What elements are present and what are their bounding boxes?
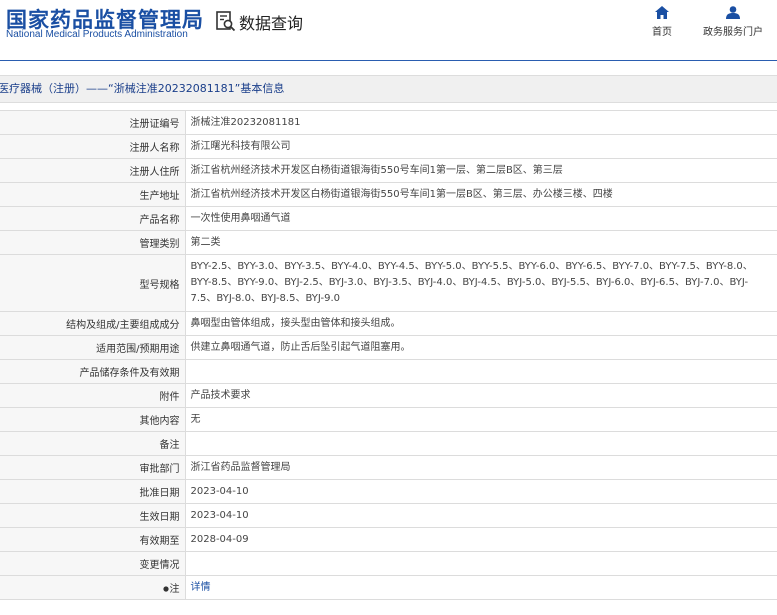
row-value: 第二类: [184, 230, 777, 255]
row-label: 注册人住所: [0, 158, 186, 183]
row-value: 鼻咽型由管体组成，接头型由管体和接头组成。: [184, 311, 777, 336]
row-value: 供建立鼻咽通气道，防止舌后坠引起气道阻塞用。: [184, 335, 777, 360]
table-row: 有效期至 2028-04-09: [0, 527, 777, 552]
row-label: 生产地址: [0, 182, 186, 207]
table-row: 生效日期 2023-04-10: [0, 503, 777, 528]
registration-info-table: 注册证编号 浙械注准20232081181 注册人名称 浙江曙光科技有限公司 注…: [0, 110, 777, 600]
row-value: 浙江曙光科技有限公司: [184, 134, 777, 159]
site-header: 国家药品监督管理局 National Medical Products Admi…: [0, 0, 777, 60]
note-label: 注: [169, 584, 180, 595]
data-query-icon: [216, 11, 236, 32]
row-value: 2028-04-09: [184, 527, 777, 552]
logo-title-en[interactable]: National Medical Products Administration: [6, 29, 188, 40]
row-value: [184, 431, 777, 456]
row-label: 注册证编号: [0, 110, 186, 135]
row-value: [184, 359, 777, 384]
row-label: 管理类别: [0, 230, 186, 255]
table-row: 生产地址 浙江省杭州经济技术开发区白杨街道银海街550号车间1第一层B区、第三层…: [0, 182, 777, 207]
row-label: 产品名称: [0, 206, 186, 231]
nav-service-portal-label: 政务服务门户: [703, 27, 763, 38]
row-value: 浙江省杭州经济技术开发区白杨街道银海街550号车间1第一层、第二层B区、第三层: [184, 158, 777, 183]
details-link[interactable]: 详情: [191, 582, 211, 593]
nav-home-label: 首页: [652, 27, 672, 38]
row-value: 一次性使用鼻咽通气道: [184, 206, 777, 231]
table-row: 型号规格 BYY-2.5、BYY-3.0、BYY-3.5、BYY-4.0、BYY…: [0, 254, 777, 312]
table-row: 注册人住所 浙江省杭州经济技术开发区白杨街道银海街550号车间1第一层、第二层B…: [0, 158, 777, 183]
breadcrumb-text: 医疗器械（注册）——“浙械注准20232081181”基本信息: [0, 82, 285, 95]
header-divider: [0, 60, 777, 61]
user-icon: [726, 6, 740, 19]
data-query-title: 数据查询: [239, 14, 304, 33]
row-label: 有效期至: [0, 527, 186, 552]
row-label: 审批部门: [0, 455, 186, 480]
row-label: 适用范围/预期用途: [0, 335, 186, 360]
table-row: 其他内容 无: [0, 407, 777, 432]
row-value: [184, 551, 777, 576]
row-value: 浙江省药品监督管理局: [184, 455, 777, 480]
table-row: 批准日期 2023-04-10: [0, 479, 777, 504]
row-value: 2023-04-10: [184, 479, 777, 504]
table-row: 备注: [0, 431, 777, 456]
table-row: 产品储存条件及有效期: [0, 359, 777, 384]
table-row: 注册人名称 浙江曙光科技有限公司: [0, 134, 777, 159]
row-value: BYY-2.5、BYY-3.0、BYY-3.5、BYY-4.0、BYY-4.5、…: [184, 254, 777, 312]
row-value: 浙械注准20232081181: [184, 110, 777, 135]
home-icon: [655, 6, 669, 19]
nav-service-portal[interactable]: 政务服务门户: [697, 6, 769, 38]
row-label: 结构及组成/主要组成成分: [0, 311, 186, 336]
row-label: 生效日期: [0, 503, 186, 528]
row-value: 无: [184, 407, 777, 432]
table-row: 管理类别 第二类: [0, 230, 777, 255]
row-label: 注册人名称: [0, 134, 186, 159]
table-row: 附件 产品技术要求: [0, 383, 777, 408]
row-label: 备注: [0, 431, 186, 456]
row-label: 变更情况: [0, 551, 186, 576]
table-row: 结构及组成/主要组成成分 鼻咽型由管体组成，接头型由管体和接头组成。: [0, 311, 777, 336]
row-label: 产品储存条件及有效期: [0, 359, 186, 384]
table-row: 审批部门 浙江省药品监督管理局: [0, 455, 777, 480]
row-value: 浙江省杭州经济技术开发区白杨街道银海街550号车间1第一层B区、第三层、办公楼三…: [184, 182, 777, 207]
row-label: 型号规格: [0, 254, 186, 312]
row-label: 附件: [0, 383, 186, 408]
bullet-dot-icon: [162, 586, 169, 592]
table-row: 产品名称 一次性使用鼻咽通气道: [0, 206, 777, 231]
table-row: 适用范围/预期用途 供建立鼻咽通气道，防止舌后坠引起气道阻塞用。: [0, 335, 777, 360]
nav-home[interactable]: 首页: [645, 6, 679, 38]
breadcrumb: 医疗器械（注册）——“浙械注准20232081181”基本信息: [0, 75, 777, 103]
table-row: 注册证编号 浙械注准20232081181: [0, 110, 777, 135]
row-value: 2023-04-10: [184, 503, 777, 528]
table-row: 注 详情: [0, 575, 777, 600]
data-query-heading: 数据查询: [216, 10, 303, 34]
table-row: 变更情况: [0, 551, 777, 576]
row-value: 详情: [184, 575, 777, 600]
row-label-note: 注: [0, 575, 186, 600]
row-label: 批准日期: [0, 479, 186, 504]
row-label: 其他内容: [0, 407, 186, 432]
row-value: 产品技术要求: [184, 383, 777, 408]
